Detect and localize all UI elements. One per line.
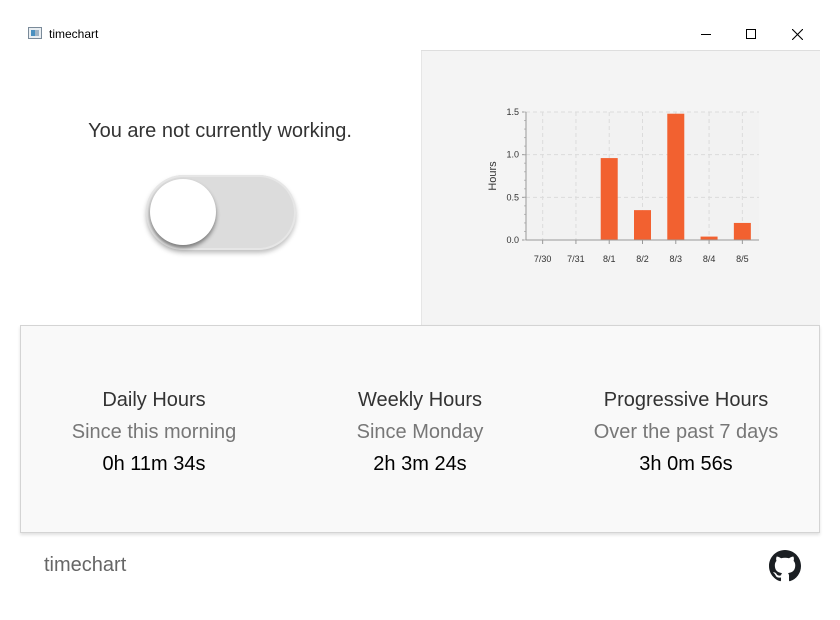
stat-value: 0h 11m 34s bbox=[102, 453, 206, 475]
stat-subtitle: Since Monday bbox=[356, 421, 484, 443]
footer-app-name: timechart bbox=[44, 554, 127, 576]
x-tick-label: 7/30 bbox=[534, 254, 552, 264]
close-button[interactable] bbox=[774, 22, 820, 46]
app-icon bbox=[28, 27, 42, 39]
y-tick-label: 1.0 bbox=[506, 150, 519, 160]
minimize-icon bbox=[701, 34, 711, 35]
y-tick-label: 1.5 bbox=[506, 107, 519, 117]
work-toggle-switch[interactable] bbox=[146, 175, 296, 250]
x-tick-label: 8/3 bbox=[670, 254, 683, 264]
stat-value: 2h 3m 24s bbox=[373, 453, 467, 475]
stat-subtitle: Over the past 7 days bbox=[593, 421, 779, 443]
y-tick-label: 0.5 bbox=[506, 192, 519, 202]
close-icon bbox=[791, 28, 803, 40]
stat-title: Daily Hours bbox=[102, 389, 206, 411]
y-axis-label: Hours bbox=[487, 161, 499, 191]
maximize-button[interactable] bbox=[728, 22, 774, 46]
title-bar: timechart bbox=[0, 0, 840, 50]
stat-value: 3h 0m 56s bbox=[639, 453, 733, 475]
x-tick-label: 8/1 bbox=[603, 254, 616, 264]
hours-bar-chart: 0.0 0.5 1.0 1.5 7/30 7/31 8/1 8/2 8/3 8/4 8/5 Hours bbox=[487, 107, 759, 264]
bar-8-1 bbox=[600, 158, 618, 240]
working-status-text: You are not currently working. bbox=[88, 120, 352, 142]
y-tick-label: 0.0 bbox=[506, 235, 519, 245]
minimize-button[interactable] bbox=[683, 22, 729, 46]
progressive-hours-stat: Progressive Hours Over the past 7 days 3… bbox=[553, 384, 819, 480]
hours-chart-panel: 0.0 0.5 1.0 1.5 7/30 7/31 8/1 8/2 8/3 8/4 8/5 Hours bbox=[421, 50, 820, 326]
x-tick-label: 8/4 bbox=[703, 254, 716, 264]
daily-hours-stat: Daily Hours Since this morning 0h 11m 34… bbox=[21, 384, 287, 480]
maximize-icon bbox=[746, 29, 756, 39]
stat-title: Weekly Hours bbox=[357, 389, 483, 411]
bar-8-2 bbox=[634, 210, 651, 240]
window-title: timechart bbox=[49, 27, 99, 41]
x-tick-label: 8/5 bbox=[736, 254, 749, 264]
toggle-knob[interactable] bbox=[150, 179, 216, 245]
github-icon[interactable] bbox=[769, 550, 801, 582]
stats-panel: Daily Hours Since this morning 0h 11m 34… bbox=[20, 325, 820, 533]
stat-subtitle: Since this morning bbox=[71, 421, 237, 443]
bar-8-3 bbox=[667, 113, 685, 240]
x-tick-label: 8/2 bbox=[636, 254, 649, 264]
status-panel: You are not currently working. bbox=[20, 50, 420, 326]
bar-8-5 bbox=[733, 222, 751, 240]
x-tick-label: 7/31 bbox=[567, 254, 585, 264]
weekly-hours-stat: Weekly Hours Since Monday 2h 3m 24s bbox=[287, 384, 553, 480]
stat-title: Progressive Hours bbox=[603, 389, 769, 411]
bar-8-4 bbox=[700, 236, 718, 240]
